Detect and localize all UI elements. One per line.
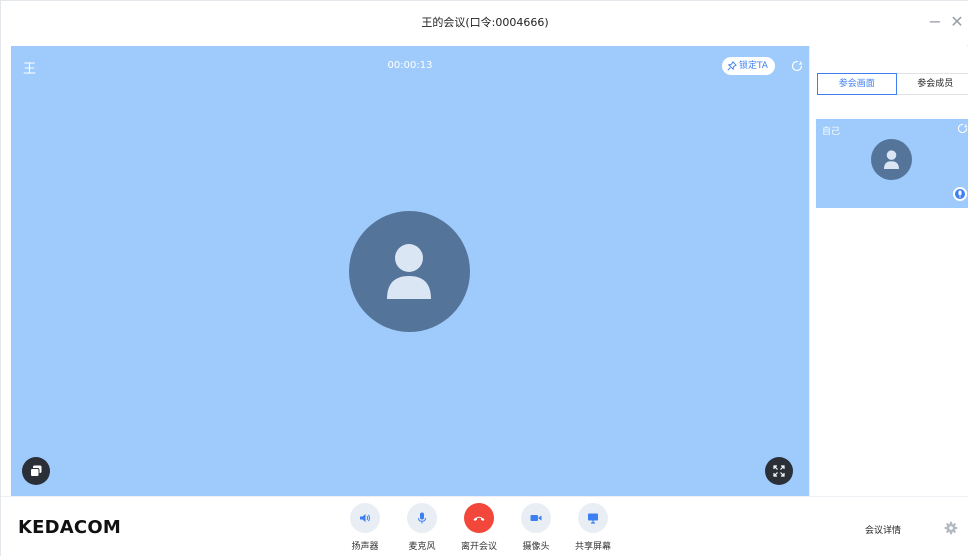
lock-participant-button[interactable]: 锁定TA (722, 57, 775, 75)
self-video-thumbnail[interactable]: 自己 (816, 119, 968, 208)
refresh-icon[interactable] (957, 123, 968, 134)
thumbnail-name: 自己 (822, 127, 841, 137)
leave-meeting-button-circle (464, 503, 494, 533)
thumbnail-avatar (871, 139, 912, 180)
user-icon (884, 150, 899, 170)
main-video-area[interactable]: 王 00:00:13 锁定TA (11, 46, 809, 496)
speaker-label: 扬声器 (351, 542, 379, 552)
hang-up-icon (473, 516, 485, 521)
minimize-button[interactable]: − (925, 12, 945, 32)
share-screen-button[interactable]: 共享屏幕 (565, 503, 621, 552)
meeting-details-button[interactable]: 会议详情 (865, 523, 901, 536)
title-bar: 王的会议(口令:0004666) − ✕ (1, 1, 968, 45)
expand-icon (773, 465, 785, 477)
microphone-icon (418, 512, 426, 524)
share-screen-button-circle (578, 503, 608, 533)
speaker-button-circle (350, 503, 380, 533)
microphone-label: 麦克风 (408, 542, 436, 552)
fullscreen-button[interactable] (765, 457, 793, 485)
pin-icon (727, 61, 737, 71)
kedacom-logo: KEDACOM (18, 517, 121, 538)
user-icon (387, 244, 431, 299)
windows-icon (30, 465, 42, 477)
bottom-toolbar: KEDACOM 扬声器 麦克风 离开会议 摄像头 共享屏幕 会议详情 (1, 496, 968, 556)
gear-icon[interactable] (944, 521, 958, 535)
window-title: 王的会议(口令:0004666) (421, 16, 549, 29)
close-button[interactable]: ✕ (947, 12, 967, 32)
leave-meeting-button[interactable]: 离开会议 (451, 503, 507, 552)
share-screen-icon (588, 513, 598, 524)
mic-icon (958, 190, 962, 198)
speaking-badge (953, 187, 967, 201)
tab-meeting-view[interactable]: 参会画面 (817, 73, 897, 95)
participant-avatar (349, 211, 470, 332)
meeting-timer: 00:00:13 (387, 60, 433, 71)
microphone-button-circle (407, 503, 437, 533)
leave-meeting-label: 离开会议 (460, 542, 497, 552)
layout-switch-button[interactable] (22, 457, 50, 485)
speaker-button[interactable]: 扬声器 (337, 503, 393, 552)
camera-label: 摄像头 (522, 542, 550, 552)
speaker-icon (360, 514, 370, 522)
refresh-icon[interactable] (791, 60, 803, 72)
meeting-window: 王的会议(口令:0004666) − ✕ 王 00:00:13 锁定TA 参会画… (0, 0, 968, 556)
share-screen-label: 共享屏幕 (574, 542, 611, 552)
camera-button-circle (521, 503, 551, 533)
side-panel: 参会画面 参会成员 自己 (809, 46, 968, 496)
lock-participant-label: 锁定TA (739, 61, 768, 71)
camera-button[interactable]: 摄像头 (508, 503, 564, 552)
microphone-button[interactable]: 麦克风 (394, 503, 450, 552)
camera-icon (530, 515, 542, 521)
tab-participants[interactable]: 参会成员 (896, 73, 968, 95)
side-panel-tabs: 参会画面 参会成员 (817, 73, 968, 95)
